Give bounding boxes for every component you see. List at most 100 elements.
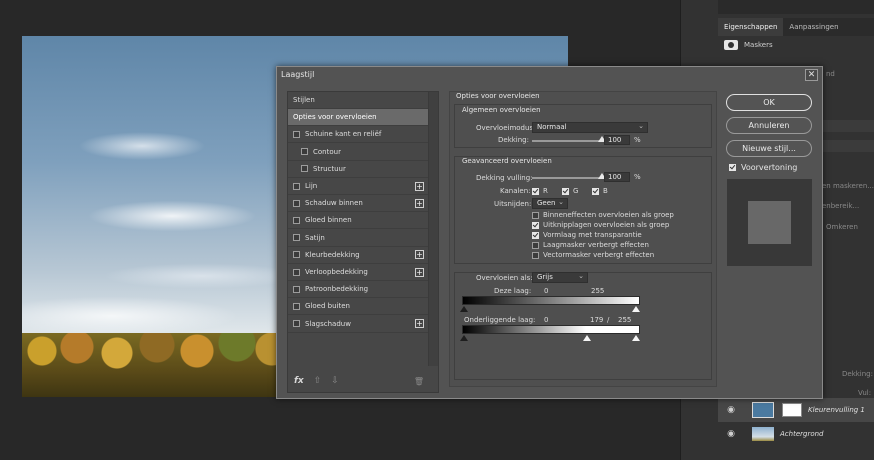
style-checkbox[interactable] [293, 320, 300, 328]
blend-if-select[interactable]: Grijs ⌄ [532, 272, 588, 283]
add-icon[interactable]: + [415, 250, 424, 260]
mask-thumbnail[interactable] [782, 403, 802, 417]
style-checkbox[interactable] [293, 234, 300, 242]
layer-row-fill[interactable]: ◉ Kleurenvulling 1 [718, 398, 874, 422]
new-style-button[interactable]: Nieuwe stijl... [726, 140, 812, 157]
general-blending-title: Algemeen overvloeien [462, 106, 541, 114]
knockout-select[interactable]: Geen ⌄ [532, 198, 568, 209]
style-item[interactable]: Slagschaduw + [288, 316, 428, 333]
style-checkbox[interactable] [293, 268, 300, 276]
style-item-label: Gloed buiten [305, 302, 350, 311]
fx-icon[interactable]: fx [294, 376, 304, 386]
style-checkbox[interactable] [301, 165, 308, 173]
style-item[interactable]: Structuur [288, 161, 428, 178]
underlying-high: 255 [618, 316, 632, 324]
style-item[interactable]: Schuine kant en reliëf [288, 126, 428, 144]
peek-text-mask: en maskeren... [822, 182, 874, 190]
underlying-black-knob[interactable] [460, 335, 468, 341]
opacity-input[interactable]: 100 [604, 135, 630, 145]
style-item[interactable]: Kleurbedekking + [288, 247, 428, 264]
this-layer-gradient [462, 296, 640, 305]
style-item[interactable]: Schaduw binnen + [288, 195, 428, 213]
checkbox-g[interactable] [562, 187, 569, 195]
channel-b-checkbox[interactable]: B [592, 187, 608, 195]
add-icon[interactable]: + [415, 319, 424, 329]
style-item[interactable]: Patroonbedekking [288, 281, 428, 299]
advanced-option-label: Uitknipplagen overvloeien als groep [543, 221, 670, 229]
peek-text-invert: Omkeren [826, 223, 858, 231]
eye-icon[interactable]: ◉ [724, 429, 738, 439]
advanced-option-checkbox[interactable]: Uitknipplagen overvloeien als groep [532, 221, 669, 229]
style-checkbox[interactable] [293, 130, 300, 138]
checkbox[interactable] [532, 241, 539, 249]
style-item[interactable]: Verloopbedekking + [288, 264, 428, 281]
style-item-label: Stijlen [293, 96, 315, 104]
blend-mode-select[interactable]: Normaal ⌄ [532, 122, 648, 133]
cancel-button[interactable]: Annuleren [726, 117, 812, 134]
tab-adjustments[interactable]: Aanpassingen [783, 18, 844, 36]
add-icon[interactable]: + [415, 198, 424, 208]
checkbox[interactable] [532, 231, 539, 239]
style-checkbox[interactable] [293, 216, 300, 224]
style-item[interactable]: Gloed buiten [288, 298, 428, 316]
style-item[interactable]: Lijn + [288, 178, 428, 195]
style-checkbox[interactable] [293, 285, 300, 293]
advanced-option-checkbox[interactable]: Laagmasker verbergt effecten [532, 241, 649, 249]
style-item[interactable]: Gloed binnen [288, 212, 428, 230]
add-icon[interactable]: + [415, 181, 424, 191]
move-down-icon[interactable]: ⇩ [331, 376, 339, 386]
style-item-label: Opties voor overvloeien [293, 113, 377, 122]
style-checkbox[interactable] [301, 148, 308, 156]
layer-row-background[interactable]: ◉ Achtergrond [718, 422, 874, 446]
style-checkbox[interactable] [293, 302, 300, 310]
checkbox-r[interactable] [532, 187, 539, 195]
list-scrollbar[interactable] [428, 92, 438, 366]
advanced-option-checkbox[interactable]: Vormlaag met transparantie [532, 231, 642, 239]
style-item[interactable]: Satijn [288, 230, 428, 247]
advanced-blending-title: Geavanceerd overvloeien [462, 157, 552, 165]
style-item-label: Schuine kant en reliëf [305, 130, 382, 139]
fill-opacity-slider[interactable] [532, 177, 602, 179]
layer-style-dialog: Laagstijl ✕ Slagschaduw + Gloed buiten Patr… [276, 66, 823, 399]
underlying-label: Onderliggende laag: [464, 316, 536, 324]
fill-opacity-input[interactable]: 100 [604, 172, 630, 182]
underlying-mid: 179 [590, 316, 604, 324]
opacity-slider[interactable] [532, 140, 602, 142]
style-item[interactable]: Opties voor overvloeien [288, 109, 428, 127]
channel-g-checkbox[interactable]: G [562, 187, 578, 195]
dialog-title: Laagstijl [281, 70, 315, 79]
move-up-icon[interactable]: ⇧ [314, 376, 322, 386]
add-icon[interactable]: + [415, 267, 424, 277]
style-item[interactable]: Contour [288, 144, 428, 161]
opacity-unit: % [634, 136, 641, 144]
advanced-option-checkbox[interactable]: Vectormasker verbergt effecten [532, 251, 654, 259]
underlying-white-knob[interactable] [632, 335, 640, 341]
eye-icon[interactable]: ◉ [724, 405, 738, 415]
this-layer-white-knob[interactable] [632, 306, 640, 312]
style-checkbox[interactable] [293, 199, 300, 207]
preview-checkbox[interactable]: Voorvertoning [729, 163, 797, 172]
peek-text-opacity: Dekking: [842, 370, 873, 378]
style-item[interactable]: Stijlen [288, 92, 428, 109]
preview-check-icon[interactable] [729, 164, 736, 171]
tab-properties[interactable]: Eigenschappen [718, 18, 784, 36]
style-checkbox[interactable] [293, 182, 300, 190]
style-checkbox[interactable] [293, 251, 300, 259]
underlying-split-knob[interactable] [582, 335, 591, 341]
close-icon[interactable]: ✕ [805, 69, 818, 81]
panel-strip [818, 120, 874, 132]
checkbox[interactable] [532, 221, 539, 229]
advanced-option-checkbox[interactable]: Binneneffecten overvloeien als groep [532, 211, 674, 219]
trash-icon[interactable]: 🗑 [414, 377, 424, 386]
checkbox[interactable] [532, 251, 539, 259]
checkbox-b[interactable] [592, 187, 599, 195]
channel-r-checkbox[interactable]: R [532, 187, 548, 195]
advanced-option-label: Vormlaag met transparantie [543, 231, 642, 239]
channel-r-label: R [543, 187, 548, 195]
checkbox[interactable] [532, 211, 539, 219]
knockout-label: Uitsnijden: [494, 200, 532, 208]
this-layer-black-knob[interactable] [460, 306, 468, 312]
ok-button[interactable]: OK [726, 94, 812, 111]
this-layer-label: Deze laag: [494, 287, 532, 295]
layer-thumbnail [752, 402, 774, 418]
